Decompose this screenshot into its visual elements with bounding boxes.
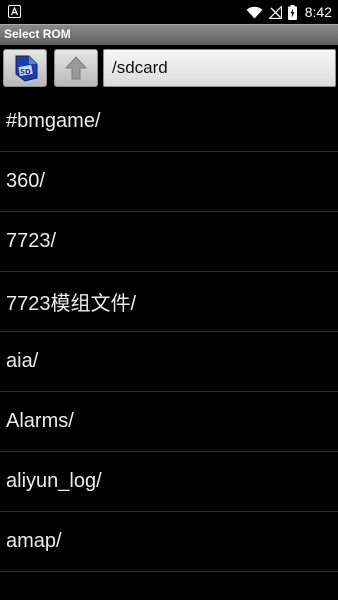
title-bar: Select ROM [0, 24, 338, 45]
storage-device-icon: SD [15, 55, 38, 82]
no-signal-icon [268, 5, 282, 19]
storage-device-button[interactable]: SD [3, 49, 47, 87]
list-item[interactable]: Alarms/ [0, 392, 338, 452]
status-time: 8:42 [304, 4, 332, 20]
wifi-icon [246, 6, 263, 18]
status-icons: 8:42 [246, 0, 332, 24]
parent-directory-button[interactable] [54, 49, 98, 87]
up-arrow-icon [64, 56, 88, 80]
list-item[interactable]: 360/ [0, 152, 338, 212]
list-item[interactable]: aliyun_log/ [0, 452, 338, 512]
app-a-icon [8, 5, 21, 18]
list-item[interactable]: #bmgame/ [0, 92, 338, 152]
svg-text:SD: SD [20, 68, 31, 76]
window-title: Select ROM [4, 27, 71, 41]
list-item[interactable]: amap/ [0, 512, 338, 572]
list-item[interactable]: aia/ [0, 332, 338, 392]
list-item[interactable]: 7723/ [0, 212, 338, 272]
status-bar: 8:42 [0, 0, 338, 24]
file-list: #bmgame/ 360/ 7723/ 7723模组文件/ aia/ Alarm… [0, 92, 338, 572]
list-item[interactable]: 7723模组文件/ [0, 272, 338, 332]
path-input[interactable] [103, 49, 336, 87]
toolbar: SD [0, 45, 338, 90]
battery-charging-icon [287, 4, 297, 20]
